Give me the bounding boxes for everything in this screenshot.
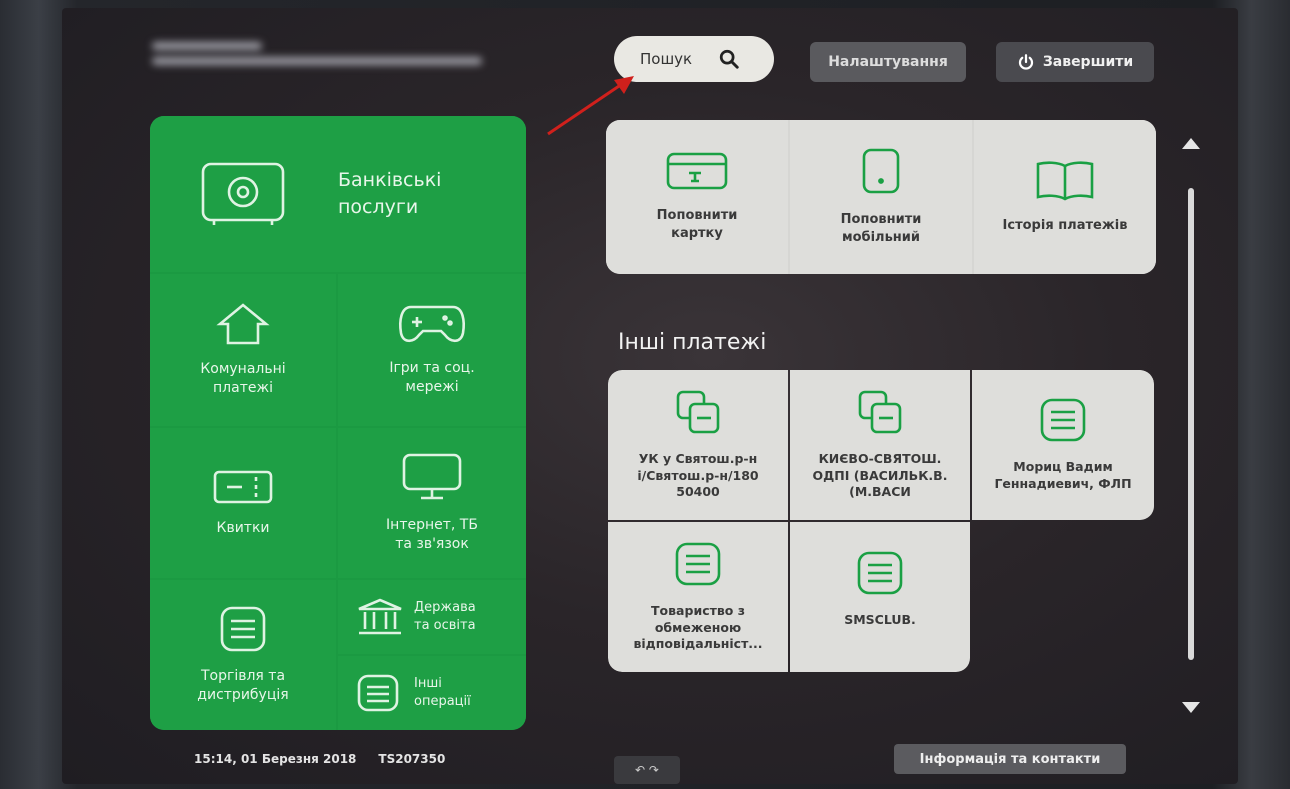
- category-games[interactable]: Ігри та соц. мережі: [338, 274, 526, 426]
- time: 15:14,: [194, 752, 237, 766]
- games-label: Ігри та соц. мережі: [389, 360, 475, 395]
- card-icon: [666, 153, 728, 190]
- payment-tile[interactable]: КИЄВО-СВЯТОШ. ОДПІ (ВАСИЛЬК.В.(М.ВАСИ: [790, 370, 970, 520]
- payment-tile[interactable]: Товариство з обмеженою відповідальніст..…: [608, 522, 788, 672]
- info-contacts-label: Інформація та контакти: [919, 751, 1101, 767]
- status-bar: 15:14, 01 Березня 2018 TS207350: [194, 752, 445, 766]
- list-icon: [357, 674, 399, 712]
- date: 01 Березня 2018: [240, 752, 357, 766]
- finish-label: Завершити: [1042, 54, 1134, 70]
- payment-label: КИЄВО-СВЯТОШ. ОДПІ (ВАСИЛЬК.В.(М.ВАСИ: [812, 450, 948, 500]
- other-payments-panel: УК у Святош.р-ні/Святош.р-н/18050400 КИЄ…: [608, 370, 1154, 672]
- copy-documents-icon: [858, 390, 902, 433]
- category-banking[interactable]: Банківські послуги: [150, 116, 526, 272]
- monitor-icon: [402, 453, 462, 500]
- topup-card-tile[interactable]: Поповнити картку: [606, 120, 788, 274]
- info-contacts-button[interactable]: Інформація та контакти: [894, 744, 1126, 774]
- payment-label: SMSCLUB.: [844, 612, 916, 627]
- terminal-id: TS207350: [378, 752, 446, 766]
- payment-label: УК у Святош.р-ні/Святош.р-н/18050400: [637, 450, 759, 500]
- category-panel: Банківські послуги Комунальні платежі Іг…: [150, 116, 526, 730]
- search-label: Пошук: [640, 50, 693, 68]
- category-tickets[interactable]: Квитки: [150, 428, 336, 578]
- topup-mobile-label: Поповнити мобільний: [840, 212, 922, 245]
- house-icon: [216, 303, 270, 345]
- utilities-label: Комунальні платежі: [200, 361, 286, 396]
- safe-icon: [201, 162, 285, 225]
- topup-mobile-tile[interactable]: Поповнити мобільний: [790, 120, 972, 274]
- history-tile[interactable]: Історія платежів: [974, 120, 1156, 274]
- mobile-phone-icon: [862, 149, 900, 194]
- list-icon: [1040, 398, 1086, 442]
- payment-tile[interactable]: Мориц Вадим Геннадиевич, ФЛП: [972, 370, 1154, 520]
- undo-redo-glyphs: ↶ ↷: [635, 763, 659, 777]
- clock: 15:14, 01 Березня 2018: [194, 752, 356, 766]
- scroll-up-arrow[interactable]: [1182, 138, 1200, 149]
- topup-card-label: Поповнити картку: [656, 208, 738, 241]
- undo-redo-widget[interactable]: ↶ ↷: [614, 756, 680, 784]
- history-label: Історія платежів: [1002, 218, 1128, 234]
- settings-label: Налаштування: [828, 54, 948, 70]
- category-other-ops[interactable]: Інші операції: [338, 656, 526, 730]
- payment-tile[interactable]: SMSCLUB.: [790, 522, 970, 672]
- category-utilities[interactable]: Комунальні платежі: [150, 274, 336, 426]
- quick-actions-panel: Поповнити картку Поповнити мобільний Іст…: [606, 120, 1156, 274]
- trade-label: Торгівля та дистрибуція: [197, 668, 289, 703]
- category-government[interactable]: Держава та освіта: [338, 580, 526, 654]
- government-building-icon: [358, 598, 402, 635]
- book-icon: [1036, 161, 1094, 201]
- internet-label: Інтернет, ТБ та зв'язок: [386, 517, 478, 552]
- ticket-icon: [213, 470, 273, 503]
- settings-button[interactable]: Налаштування: [810, 42, 966, 82]
- payment-tile[interactable]: УК у Святош.р-ні/Святош.р-н/18050400: [608, 370, 788, 520]
- scrollbar[interactable]: [1188, 188, 1194, 660]
- copy-documents-icon: [676, 390, 720, 433]
- banking-label: Банківські послуги: [338, 169, 442, 218]
- finish-button[interactable]: Завершити: [996, 42, 1154, 82]
- power-icon: [1018, 54, 1033, 70]
- category-trade[interactable]: Торгівля та дистрибуція: [150, 580, 336, 730]
- gamepad-icon: [399, 305, 465, 343]
- government-label: Держава та освіта: [414, 600, 476, 633]
- terminal-screen: Пошук Налаштування Завершити Банківські …: [62, 8, 1238, 784]
- scroll-down-arrow[interactable]: [1182, 702, 1200, 713]
- list-icon: [220, 606, 266, 652]
- list-icon: [857, 551, 903, 595]
- tickets-label: Квитки: [216, 519, 270, 536]
- payment-label: Товариство з обмеженою відповідальніст..…: [633, 602, 763, 652]
- category-internet[interactable]: Інтернет, ТБ та зв'язок: [338, 428, 526, 578]
- search-icon: [719, 49, 739, 69]
- list-icon: [675, 542, 721, 585]
- other-payments-title: Інші платежі: [618, 330, 767, 355]
- payment-label: Мориц Вадим Геннадиевич, ФЛП: [994, 459, 1132, 491]
- blurred-greeting: [152, 42, 482, 72]
- other-ops-label: Інші операції: [414, 676, 471, 709]
